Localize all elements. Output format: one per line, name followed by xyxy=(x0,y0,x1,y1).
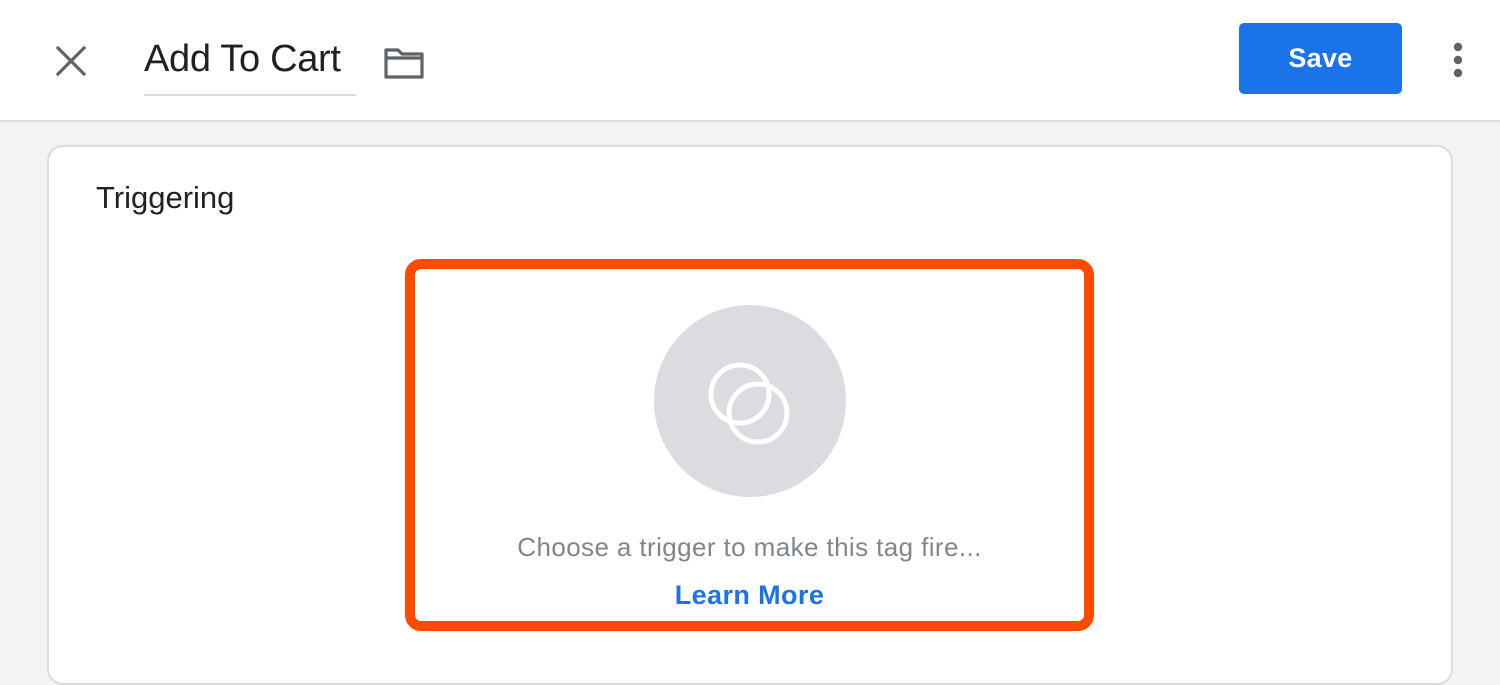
trigger-prompt-text: Choose a trigger to make this tag fire..… xyxy=(517,532,982,562)
tag-name-text: Add To Cart xyxy=(144,38,341,80)
close-button[interactable] xyxy=(44,34,98,88)
trigger-icon-circle xyxy=(654,305,846,497)
tag-name-field[interactable]: Add To Cart xyxy=(144,30,356,96)
more-options-button[interactable] xyxy=(1436,36,1480,84)
top-bar: Add To Cart Save xyxy=(0,0,1500,122)
folder-button[interactable] xyxy=(378,38,430,88)
section-title: Triggering xyxy=(96,180,235,215)
folder-icon xyxy=(384,48,424,79)
learn-more-container: Learn More xyxy=(405,580,1094,611)
close-icon xyxy=(56,46,86,76)
more-vert-icon xyxy=(1453,42,1463,78)
save-button[interactable]: Save xyxy=(1239,23,1402,94)
learn-more-link[interactable]: Learn More xyxy=(675,580,825,610)
trigger-circles-icon xyxy=(708,362,790,445)
